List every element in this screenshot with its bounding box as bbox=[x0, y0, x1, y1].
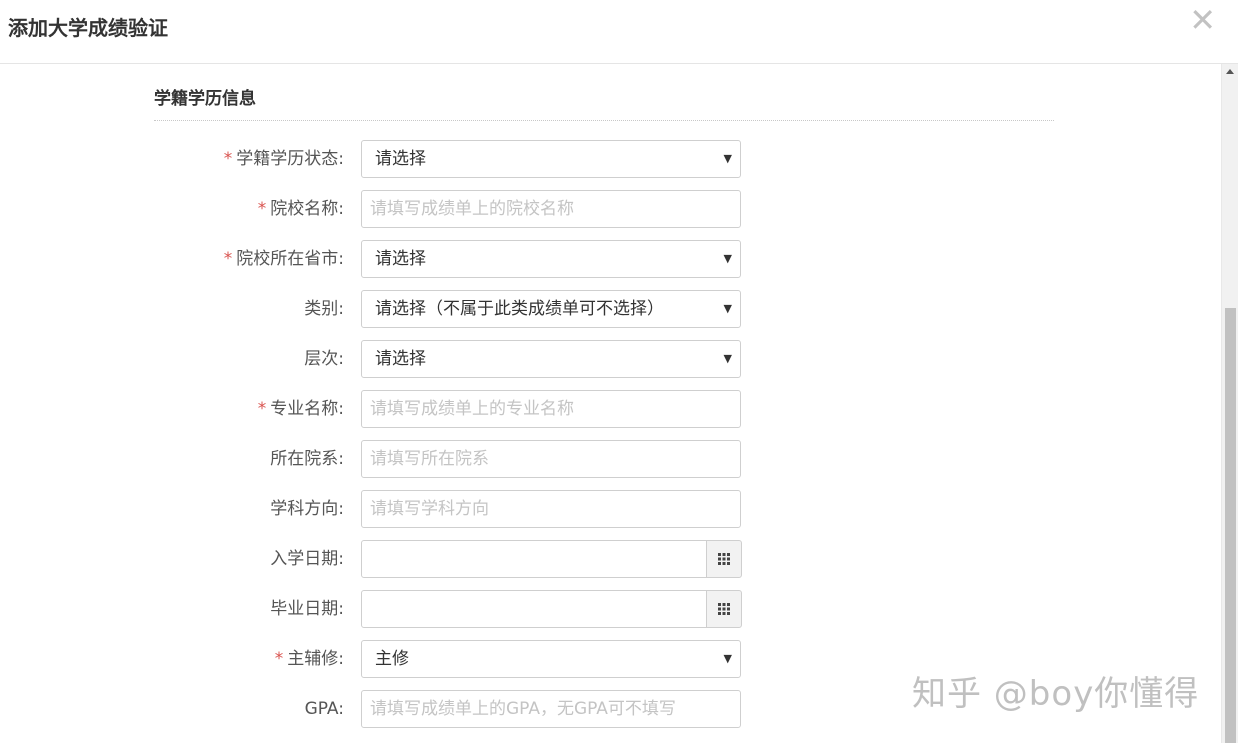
enroll-date-label: 入学日期: bbox=[270, 549, 344, 569]
caret-down-icon: ▼ bbox=[723, 252, 732, 265]
grad-date-input[interactable] bbox=[362, 591, 706, 627]
section-divider bbox=[154, 120, 1054, 121]
school-name-label: 院校名称: bbox=[270, 199, 344, 219]
category-label: 类别: bbox=[304, 299, 344, 319]
dialog-title: 添加大学成绩验证 bbox=[8, 16, 168, 40]
level-select[interactable]: 请选择 ▼ bbox=[361, 340, 741, 378]
form-row-category: 类别: 请选择（不属于此类成绩单可不选择） ▼ bbox=[0, 290, 1221, 328]
category-select-value: 请选择（不属于此类成绩单可不选择） bbox=[375, 299, 664, 319]
grad-date-label: 毕业日期: bbox=[270, 599, 344, 619]
required-mark: * bbox=[257, 199, 267, 219]
dialog-body: 学籍学历信息 *学籍学历状态: 请选择 ▼ *院校名称: *院校所在省市: 请选… bbox=[0, 64, 1221, 743]
category-select[interactable]: 请选择（不属于此类成绩单可不选择） ▼ bbox=[361, 290, 741, 328]
direction-field bbox=[361, 490, 741, 528]
direction-input[interactable] bbox=[362, 491, 740, 527]
required-mark: * bbox=[223, 249, 233, 269]
caret-down-icon: ▼ bbox=[723, 152, 732, 165]
form-row-department: 所在院系: bbox=[0, 440, 1221, 478]
required-mark: * bbox=[257, 399, 267, 419]
calendar-button[interactable] bbox=[706, 590, 742, 628]
field-label: * 专业名称: bbox=[258, 390, 344, 428]
form-row-direction: 学科方向: bbox=[0, 490, 1221, 528]
major-label: 专业名称: bbox=[270, 399, 344, 419]
status-select-value: 请选择 bbox=[375, 149, 426, 169]
form-row-school-province: * 院校所在省市: 请选择 ▼ bbox=[0, 240, 1221, 278]
field-label: * 学籍学历状态: bbox=[224, 140, 344, 178]
caret-down-icon: ▼ bbox=[723, 352, 732, 365]
major-minor-select[interactable]: 主修 ▼ bbox=[361, 640, 741, 678]
watermark: 知乎 @boy你懂得 bbox=[912, 674, 1200, 714]
dialog-header: 添加大学成绩验证 ✕ bbox=[0, 0, 1238, 64]
calendar-button[interactable] bbox=[706, 540, 742, 578]
form-row-school-name: * 院校名称: bbox=[0, 190, 1221, 228]
field-label: * 主辅修: bbox=[275, 640, 344, 678]
form-row-level: 层次: 请选择 ▼ bbox=[0, 340, 1221, 378]
caret-down-icon: ▼ bbox=[723, 652, 732, 665]
major-minor-select-value: 主修 bbox=[375, 649, 409, 669]
school-name-field bbox=[361, 190, 741, 228]
form-row-enroll-date: 入学日期: bbox=[0, 540, 1221, 578]
gpa-label: GPA: bbox=[304, 699, 344, 719]
form-row-grad-date: 毕业日期: bbox=[0, 590, 1221, 628]
vertical-scrollbar[interactable] bbox=[1221, 64, 1238, 743]
major-minor-label: 主辅修: bbox=[287, 649, 344, 669]
field-label: * 院校所在省市: bbox=[224, 240, 344, 278]
level-select-value: 请选择 bbox=[375, 349, 426, 369]
direction-label: 学科方向: bbox=[270, 499, 344, 519]
school-name-input[interactable] bbox=[362, 191, 740, 227]
department-label: 所在院系: bbox=[270, 449, 344, 469]
scroll-thumb[interactable] bbox=[1225, 308, 1236, 743]
field-label: * 院校名称: bbox=[258, 190, 344, 228]
enroll-date-picker bbox=[361, 540, 742, 578]
grad-date-picker bbox=[361, 590, 742, 628]
enroll-date-input[interactable] bbox=[362, 541, 706, 577]
gpa-input[interactable] bbox=[362, 691, 740, 727]
required-mark: * bbox=[274, 649, 284, 669]
section-title: 学籍学历信息 bbox=[154, 89, 256, 109]
required-mark: * bbox=[223, 149, 233, 169]
major-field bbox=[361, 390, 741, 428]
school-province-label: 院校所在省市: bbox=[236, 249, 344, 269]
grad-date-field bbox=[361, 590, 707, 628]
school-province-select-value: 请选择 bbox=[375, 249, 426, 269]
school-province-select[interactable]: 请选择 ▼ bbox=[361, 240, 741, 278]
enroll-date-field bbox=[361, 540, 707, 578]
department-input[interactable] bbox=[362, 441, 740, 477]
calendar-grid-icon bbox=[718, 553, 730, 565]
form-row-major: * 专业名称: bbox=[0, 390, 1221, 428]
status-select[interactable]: 请选择 ▼ bbox=[361, 140, 741, 178]
form-row-status: * 学籍学历状态: 请选择 ▼ bbox=[0, 140, 1221, 178]
major-input[interactable] bbox=[362, 391, 740, 427]
close-icon[interactable]: ✕ bbox=[1189, 4, 1216, 36]
gpa-field bbox=[361, 690, 741, 728]
level-label: 层次: bbox=[304, 349, 344, 369]
calendar-grid-icon bbox=[718, 603, 730, 615]
scroll-up-arrow-icon[interactable] bbox=[1226, 69, 1234, 74]
status-label: 学籍学历状态: bbox=[236, 149, 344, 169]
caret-down-icon: ▼ bbox=[723, 302, 732, 315]
department-field bbox=[361, 440, 741, 478]
